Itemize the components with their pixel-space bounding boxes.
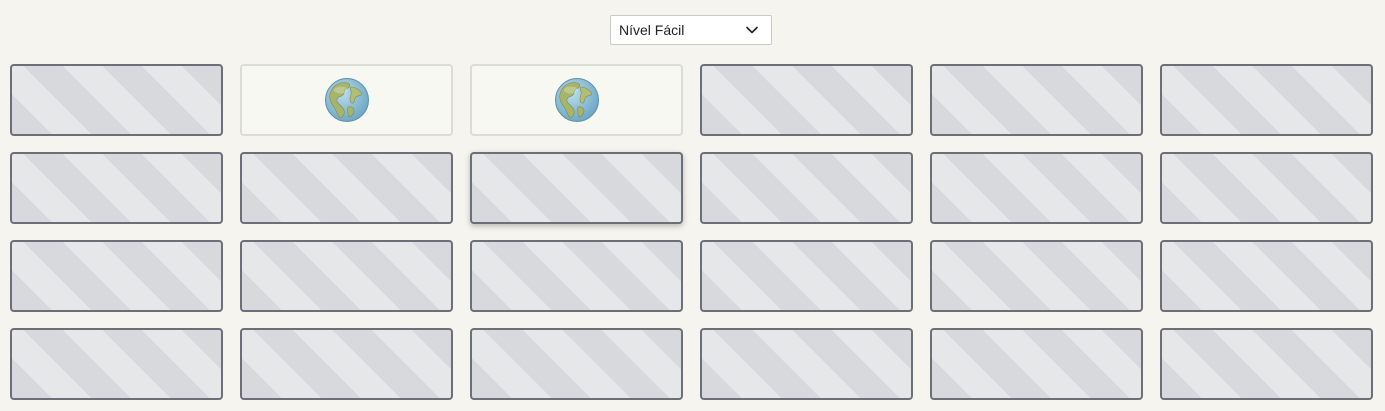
memory-card-hidden[interactable] <box>10 328 223 400</box>
memory-card-hidden[interactable] <box>700 240 913 312</box>
memory-card-hidden[interactable] <box>10 240 223 312</box>
card-board <box>10 64 1373 400</box>
memory-card-hidden[interactable] <box>470 240 683 312</box>
memory-card-revealed[interactable] <box>470 64 683 136</box>
level-select-value: Nível Fácil <box>619 22 685 38</box>
memory-card-hidden[interactable] <box>10 64 223 136</box>
memory-card-hidden[interactable] <box>930 328 1143 400</box>
memory-card-hidden[interactable] <box>930 152 1143 224</box>
chevron-down-icon <box>746 26 758 34</box>
memory-card-hidden[interactable] <box>470 328 683 400</box>
memory-card-hidden[interactable] <box>1160 152 1373 224</box>
memory-card-hidden[interactable] <box>240 152 453 224</box>
memory-card-hidden[interactable] <box>930 240 1143 312</box>
memory-card-hidden[interactable] <box>700 152 913 224</box>
memory-card-hidden[interactable] <box>1160 64 1373 136</box>
memory-card-hidden[interactable] <box>240 240 453 312</box>
memory-card-hidden[interactable] <box>1160 328 1373 400</box>
level-select[interactable]: Nível Fácil <box>610 15 772 45</box>
memory-card-hidden[interactable] <box>700 64 913 136</box>
memory-card-hidden[interactable] <box>470 152 683 224</box>
memory-card-hidden[interactable] <box>930 64 1143 136</box>
globe-americas-icon <box>554 78 599 122</box>
globe-americas-icon <box>324 78 369 122</box>
memory-card-hidden[interactable] <box>240 328 453 400</box>
memory-card-hidden[interactable] <box>700 328 913 400</box>
memory-card-hidden[interactable] <box>1160 240 1373 312</box>
memory-card-hidden[interactable] <box>10 152 223 224</box>
memory-game-page: Nível Fácil <box>0 0 1385 411</box>
memory-card-revealed[interactable] <box>240 64 453 136</box>
